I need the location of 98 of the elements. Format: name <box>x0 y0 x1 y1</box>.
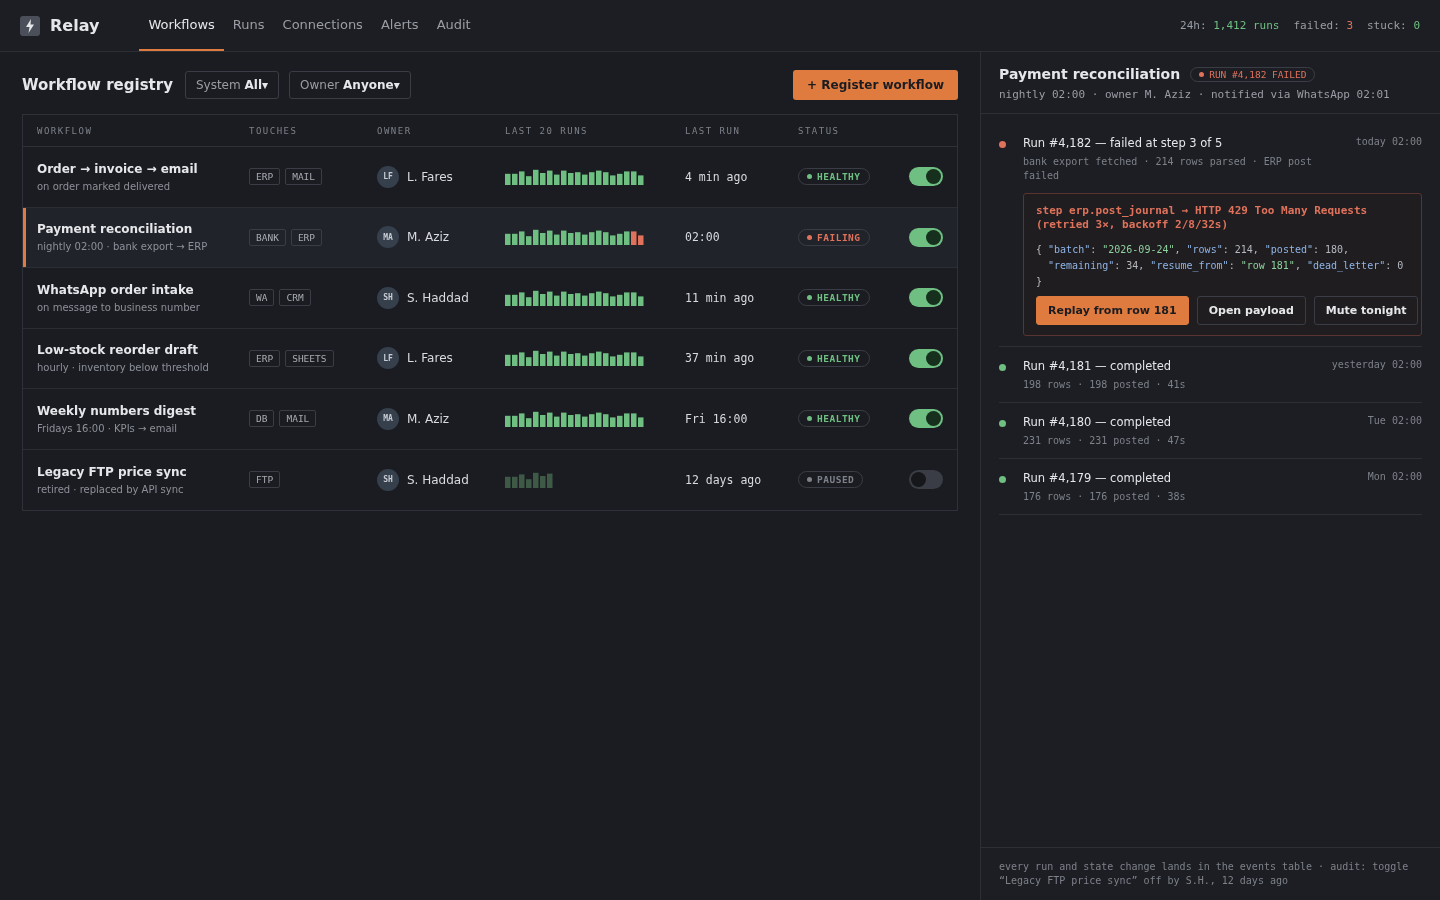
column-header: LAST 20 RUNS <box>505 125 590 136</box>
action-button[interactable]: Open payload <box>1196 296 1306 325</box>
run-summary: bank export fetched · 214 rows parsed · ERP post failed <box>1023 155 1313 183</box>
last-run-time: 02:00 <box>685 230 721 245</box>
workflow-row[interactable]: Legacy FTP price sync retired · replaced by API sync FTP SH S. Haddad 12 days ago PAUSED <box>23 449 957 510</box>
column-header: WORKFLOW <box>37 125 94 136</box>
run-summary: 198 rows · 198 posted · 41s <box>1023 378 1187 392</box>
stat-text: 24h: 1,412 runs <box>1180 19 1280 32</box>
nav-tab[interactable]: Runs <box>223 0 274 51</box>
detail-title: Payment reconciliation <box>999 66 1181 82</box>
owner-avatar: SH <box>377 468 399 491</box>
stat-text: failed: 3 <box>1293 19 1353 32</box>
detail-subtitle: nightly 02:00 · owner M. Aziz · notified via WhatsApp 02:01 <box>999 88 1391 101</box>
nav-tab[interactable]: Connections <box>273 0 372 51</box>
owner-avatar: MA <box>377 407 399 430</box>
run-time: Tue 02:00 <box>1367 415 1422 428</box>
workflow-name: Legacy FTP price sync <box>37 464 188 479</box>
owner-name: M. Aziz <box>407 411 450 426</box>
system-tag: CRM <box>279 289 311 307</box>
workflow-trigger: nightly 02:00 · bank export → ERP <box>37 241 209 253</box>
run-time: yesterday 02:00 <box>1331 359 1422 372</box>
app-name: Relay <box>50 16 100 35</box>
workflow-trigger: on order marked delivered <box>37 180 172 192</box>
workflow-name: Weekly numbers digest <box>37 403 198 418</box>
nav-tab[interactable]: Workflows <box>139 0 224 51</box>
last-run-time: 37 min ago <box>685 351 756 366</box>
system-tag: FTP <box>249 471 281 489</box>
workflow-trigger: Fridays 16:00 · KPIs → email <box>37 422 179 434</box>
owner-name: S. Haddad <box>407 472 469 487</box>
enable-toggle[interactable] <box>909 227 943 247</box>
system-tag: DB <box>249 410 275 428</box>
system-tag: MAIL <box>279 410 317 428</box>
run-summary: 176 rows · 176 posted · 38s <box>1023 490 1187 504</box>
run-summary: 231 rows · 231 posted · 47s <box>1023 434 1187 448</box>
run-time: Mon 02:00 <box>1367 471 1422 484</box>
run-title: Run #4,180 — completed <box>1023 415 1173 429</box>
owner-avatar: MA <box>377 226 399 249</box>
workflow-row[interactable]: Weekly numbers digest Fridays 16:00 · KPIs → email DB MAIL MA M. Aziz Fri 16:00 HEALTHY <box>23 389 957 450</box>
column-header: OWNER <box>377 125 413 136</box>
system-tag: ERP <box>249 168 281 186</box>
workflow-name: Payment reconciliation <box>37 222 194 237</box>
system-tag: ERP <box>249 349 281 367</box>
page-title: Workflow registry <box>22 76 173 94</box>
last-run-time: 11 min ago <box>685 290 756 305</box>
audit-note: every run and state change lands in the events table · audit: toggle “Legacy FTP price sync” off by S.H., 12 days ago <box>981 847 1440 900</box>
enable-toggle[interactable] <box>909 470 943 490</box>
enable-toggle[interactable] <box>909 288 943 308</box>
workflow-row[interactable]: Order → invoice → email on order marked delivered ERP MAIL LF L. Fares 4 min ago HEALTHY <box>23 147 957 208</box>
run-status-dot <box>999 141 1006 148</box>
system-tag: ERP <box>290 228 323 246</box>
workflow-trigger: retired · replaced by API sync <box>37 483 185 495</box>
workflow-name: Order → invoice → email <box>37 161 199 176</box>
column-header: STATUS <box>798 125 841 136</box>
run-status-dot <box>999 364 1006 371</box>
runs-sparkline <box>505 471 554 488</box>
enable-toggle[interactable] <box>909 167 943 187</box>
system-tag: SHEETS <box>285 349 334 367</box>
workflow-row[interactable]: Low-stock reorder draft hourly · inventory below threshold ERP SHEETS LF L. Fares 37 min ago HEALTHY <box>23 328 957 389</box>
payload-code: { "batch": "2026-09-24", "rows": 214, "posted": 180, "remaining": 34, "resume_from": "row 181", "dead_letter": 0 } <box>1036 243 1405 289</box>
last-run-time: Fri 16:00 <box>685 411 749 426</box>
last-run-time: 4 min ago <box>685 169 749 184</box>
run-title: Run #4,181 — completed <box>1023 359 1173 373</box>
register-button[interactable]: + Register workflow <box>793 70 958 100</box>
run-time: today 02:00 <box>1355 136 1422 149</box>
run-title: Run #4,179 — completed <box>1023 471 1173 485</box>
enable-toggle[interactable] <box>909 409 943 429</box>
run-title: Run #4,182 — failed at step 3 of 5 <box>1023 136 1224 150</box>
stat-text: stuck: 0 <box>1367 19 1420 32</box>
column-header: TOUCHES <box>249 125 299 136</box>
system-tag: MAIL <box>285 168 323 186</box>
workflow-trigger: on message to business number <box>37 301 201 313</box>
owner-name: L. Fares <box>407 351 453 366</box>
run-status-dot <box>999 420 1006 427</box>
owner-name: L. Fares <box>407 169 453 184</box>
owner-name: S. Haddad <box>407 290 469 305</box>
system-tag: BANK <box>249 228 286 246</box>
owner-name: M. Aziz <box>407 230 450 245</box>
nav-tab[interactable]: Audit <box>427 0 480 51</box>
owner-avatar: SH <box>377 286 399 309</box>
nav-tab[interactable]: Alerts <box>371 0 428 51</box>
last-run-time: 12 days ago <box>685 472 763 487</box>
filter-dropdown[interactable]: Owner Anyone▾ <box>289 71 411 99</box>
action-button[interactable]: Mute tonight <box>1313 296 1419 325</box>
owner-avatar: LF <box>377 347 399 370</box>
enable-toggle[interactable] <box>909 348 943 368</box>
run-status-dot <box>999 476 1006 483</box>
filter-dropdown[interactable]: System All▾ <box>184 71 280 99</box>
column-header: LAST RUN <box>685 125 742 136</box>
workflow-trigger: hourly · inventory below threshold <box>37 362 210 374</box>
workflow-name: Low-stock reorder draft <box>37 343 199 358</box>
workflow-name: WhatsApp order intake <box>37 282 195 297</box>
system-tag: WA <box>249 289 275 307</box>
owner-avatar: LF <box>377 165 399 188</box>
bolt-icon <box>20 15 40 36</box>
workflow-row[interactable]: Payment reconciliation nightly 02:00 · bank export → ERP BANK ERP MA M. Aziz 02:00 FAILING <box>23 207 957 268</box>
action-button[interactable]: Replay from row 181 <box>1036 296 1189 325</box>
error-message: step erp.post_journal → HTTP 429 Too Many Requests (retried 3×, backoff 2/8/32s) <box>1036 204 1369 232</box>
workflow-row[interactable]: WhatsApp order intake on message to business number WA CRM SH S. Haddad 11 min ago HEALTHY <box>23 268 957 329</box>
